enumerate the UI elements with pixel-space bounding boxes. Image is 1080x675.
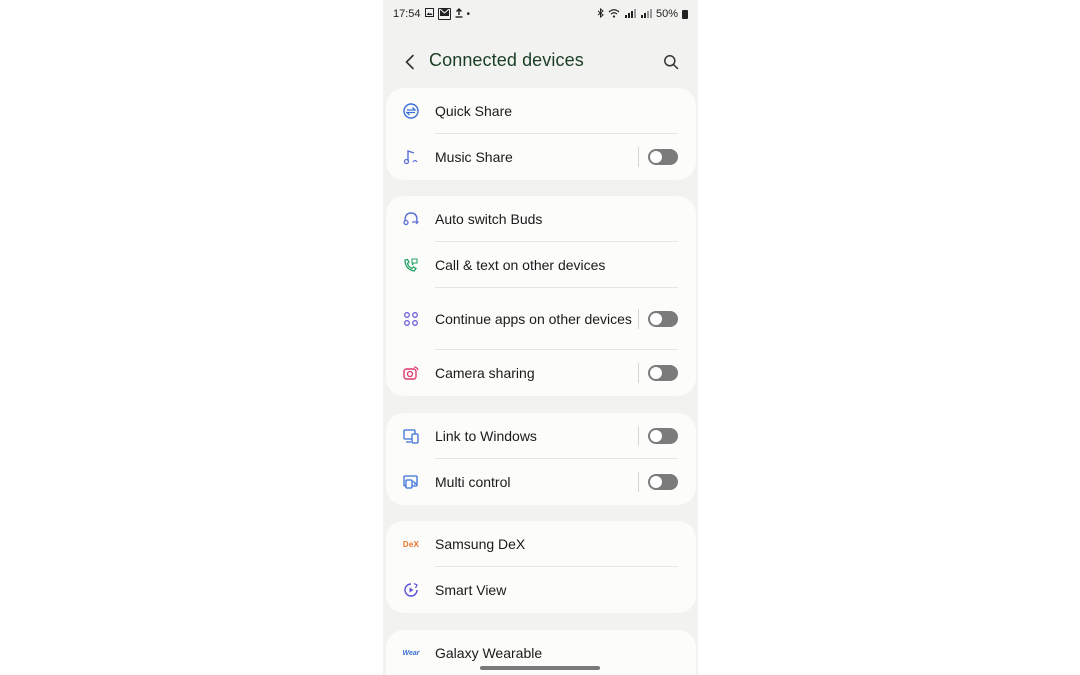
gallery-icon [424,8,434,20]
status-left: 17:54 • [393,7,471,21]
setting-label: Galaxy Wearable [435,644,543,661]
multi-control-toggle[interactable] [648,474,678,490]
setting-row-auto-switch-buds[interactable]: Auto switch Buds [386,196,696,242]
setting-row-quick-share[interactable]: Quick Share [386,88,696,134]
dex-icon: DeX [401,534,421,554]
settings-group-display: DeX Samsung DeX Smart View [386,521,696,613]
setting-row-smart-view[interactable]: Smart View [386,567,696,613]
setting-row-samsung-dex[interactable]: DeX Samsung DeX [386,521,696,567]
wifi-icon [608,8,620,21]
setting-label: Samsung DeX [435,535,526,552]
setting-row-link-to-windows[interactable]: Link to Windows [386,413,696,459]
setting-row-call-text[interactable]: Call & text on other devices [386,242,696,288]
setting-row-continue-apps[interactable]: Continue apps on other devices [386,288,696,350]
link-to-windows-toggle[interactable] [648,428,678,444]
setting-label: Auto switch Buds [435,210,543,227]
toggle-separator [638,426,639,446]
search-button[interactable] [660,51,682,73]
wear-icon: Wear [401,643,421,663]
quick-share-icon [401,101,421,121]
battery-icon [682,9,688,19]
bluetooth-icon [597,7,604,21]
continue-apps-icon [401,309,421,329]
search-icon [664,55,679,70]
back-button[interactable] [399,51,421,73]
settings-group-continuity: Auto switch Buds Call & text on other de… [386,196,696,396]
camera-sharing-toggle[interactable] [648,365,678,381]
smart-view-icon [401,580,421,600]
setting-label: Smart View [435,581,507,598]
toggle-separator [638,472,639,492]
setting-label: Call & text on other devices [435,256,606,273]
toggle-separator [638,147,639,167]
back-arrow-icon [405,54,414,70]
music-share-toggle[interactable] [648,149,678,165]
camera-share-icon [401,363,421,383]
page-title: Connected devices [429,50,584,70]
music-share-icon [401,147,421,167]
wear-icon-text: Wear [402,649,420,657]
continue-apps-toggle[interactable] [648,311,678,327]
setting-label: Music Share [435,148,513,165]
setting-label: Camera sharing [435,364,535,381]
setting-row-multi-control[interactable]: Multi control [386,459,696,505]
phone-screen: 17:54 • 50% Connected devices Quick Shar… [383,0,698,675]
dot-icon: • [466,8,471,20]
setting-label: Continue apps on other devices [435,310,632,327]
status-time: 17:54 [393,8,421,20]
home-indicator[interactable] [480,666,600,670]
status-bar: 17:54 • 50% [383,0,698,28]
dex-icon-text: DeX [402,539,420,549]
call-text-icon [401,255,421,275]
toggle-separator [638,309,639,329]
app-header: Connected devices [383,40,698,84]
signal-icon [640,8,652,21]
setting-row-music-share[interactable]: Music Share [386,134,696,180]
upload-icon [455,7,463,21]
setting-label: Link to Windows [435,427,537,444]
multi-control-icon [401,472,421,492]
settings-group-sharing: Quick Share Music Share [386,88,696,180]
signal-icon [624,8,636,21]
setting-label: Quick Share [435,102,513,119]
setting-label: Multi control [435,473,511,490]
mail-icon [437,8,451,20]
toggle-separator [638,363,639,383]
buds-icon [401,209,421,229]
status-right: 50% [597,7,688,21]
settings-group-pc: Link to Windows Multi control [386,413,696,505]
link-windows-icon [401,426,421,446]
battery-percent: 50% [655,8,678,20]
setting-row-camera-sharing[interactable]: Camera sharing [386,350,696,396]
